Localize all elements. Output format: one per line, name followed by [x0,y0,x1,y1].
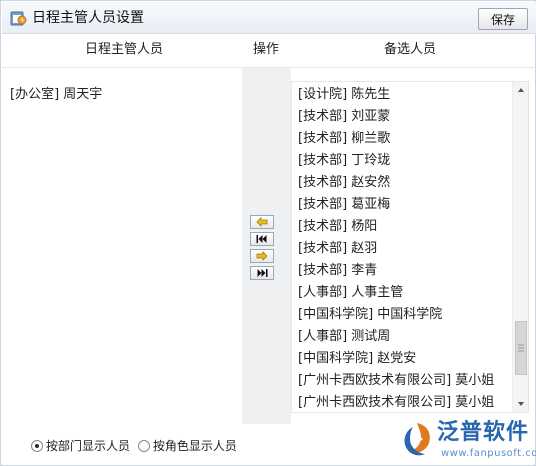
move-one-left-button[interactable] [250,215,274,229]
brand-url: www.fanpusoft.com [441,448,536,459]
list-item[interactable]: [广州卡西欧技术有限公司] 莫小姐 [298,392,512,412]
list-item[interactable]: [技术部] 李青 [298,260,512,282]
schedule-icon [10,9,28,27]
scrollbar-thumb[interactable] [515,321,527,375]
save-button[interactable]: 保存 [478,8,528,30]
brand-name: 泛普软件 [437,420,530,445]
list-item[interactable]: [中国科学院] 中国科学院 [298,304,512,326]
list-item[interactable]: [技术部] 葛亚梅 [298,194,512,216]
candidate-list: [设计院] 陈先生 [技术部] 刘亚蒙 [技术部] 柳兰歌 [技术部] 丁玲珑 … [298,84,512,412]
by-role-label: 按角色显示人员 [152,439,237,453]
actions-column-header: 操作 [253,42,280,57]
arrow-right-icon [256,251,268,261]
list-item[interactable]: [人事部] 人事主管 [298,282,512,304]
list-item[interactable]: [技术部] 杨阳 [298,216,512,238]
action-panel [242,68,291,424]
list-item[interactable]: [人事部] 测试周 [298,326,512,348]
by-role-radio[interactable]: 按角色显示人员 [137,437,237,455]
list-item[interactable]: [设计院] 陈先生 [298,84,512,106]
move-one-right-button[interactable] [250,249,274,263]
list-item[interactable]: [技术部] 赵安然 [298,172,512,194]
candidates-column-header: 备选人员 [384,42,437,57]
list-item[interactable]: [技术部] 柳兰歌 [298,128,512,150]
scroll-up-arrow-icon[interactable] [513,82,528,98]
scroll-down-arrow-icon[interactable] [513,396,528,412]
double-right-icon [257,269,268,277]
selected-person-item[interactable]: [办公室] 周天宇 [10,86,102,104]
by-department-radio[interactable]: 按部门显示人员 [31,437,130,455]
selected-column-header: 日程主管人员 [85,42,164,57]
arrow-left-icon [256,217,268,227]
radio-unchecked-icon[interactable] [137,440,150,452]
list-item[interactable]: [技术部] 赵羽 [298,238,512,260]
vertical-scrollbar[interactable] [512,82,528,412]
move-all-left-button[interactable] [250,232,274,246]
dialog-window: 日程主管人员设置 保存 日程主管人员 操作 备选人员 [办公室] 周天宇 [设计… [0,0,536,466]
radio-checked-icon[interactable] [31,440,43,452]
list-item[interactable]: [中国科学院] 赵党安 [298,348,512,370]
by-department-label: 按部门显示人员 [46,439,131,453]
list-item[interactable]: [技术部] 刘亚蒙 [298,106,512,128]
brand-logo-icon [404,423,430,456]
dialog-title: 日程主管人员设置 [32,10,144,26]
display-mode-options: 按部门显示人员 按角色显示人员 [31,437,241,455]
move-all-right-button[interactable] [250,266,274,280]
list-item[interactable]: [技术部] 丁玲珑 [298,150,512,172]
double-left-icon [256,235,267,243]
candidate-people-listbox[interactable]: [设计院] 陈先生 [技术部] 刘亚蒙 [技术部] 柳兰歌 [技术部] 丁玲珑 … [291,81,529,413]
list-item[interactable]: [广州卡西欧技术有限公司] 莫小姐 [298,370,512,392]
title-bar: 日程主管人员设置 保存 [2,2,536,34]
selected-people-panel: [办公室] 周天宇 [2,68,242,424]
